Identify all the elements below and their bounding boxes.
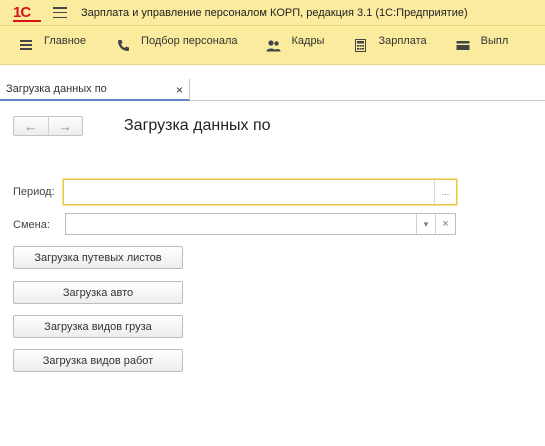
main-menu-icon[interactable]	[53, 7, 67, 18]
open-windows-bar: Загрузка данных по ×	[0, 79, 545, 101]
calculator-icon	[352, 37, 368, 53]
window-title-bar: 1С Зарплата и управление персоналом КОРП…	[0, 0, 545, 26]
forward-button[interactable]: →	[47, 117, 83, 135]
section-salary-label: Зарплата	[378, 35, 427, 47]
navigation-buttons: ← →	[13, 116, 83, 136]
period-label: Период:	[13, 186, 55, 198]
shift-clear-button[interactable]: ×	[435, 214, 455, 234]
tab-label: Загрузка данных по	[6, 83, 107, 95]
sections-panel: Главное Подбор персонала Кадры Зарплата …	[0, 26, 545, 65]
page-title: Загрузка данных по	[124, 117, 271, 134]
load-cargo-types-button[interactable]: Загрузка видов груза	[13, 315, 183, 338]
section-payments[interactable]: Выпл	[455, 26, 509, 65]
section-payments-label: Выпл	[480, 35, 509, 47]
logo-text: 1С	[13, 3, 31, 21]
section-main-label: Главное	[44, 35, 87, 47]
shift-label: Смена:	[13, 219, 50, 231]
section-salary[interactable]: Зарплата	[352, 26, 427, 65]
period-field[interactable]: ...	[63, 179, 457, 205]
back-button[interactable]: ←	[14, 117, 48, 135]
section-main[interactable]: Главное	[18, 26, 86, 65]
shift-dropdown-button[interactable]: ▾	[416, 214, 435, 234]
logo-underline	[13, 19, 41, 22]
wallet-icon	[455, 37, 471, 53]
load-vehicles-button[interactable]: Загрузка авто	[13, 281, 183, 304]
people-icon	[266, 37, 282, 53]
tab-data-upload[interactable]: Загрузка данных по ×	[0, 79, 190, 101]
hamburger-list-icon	[18, 37, 34, 53]
section-personnel[interactable]: Кадры	[266, 26, 325, 65]
period-select-button[interactable]: ...	[434, 180, 456, 204]
close-icon[interactable]: ×	[176, 83, 183, 97]
phone-icon	[115, 37, 131, 53]
load-waybills-button[interactable]: Загрузка путевых листов	[13, 246, 183, 269]
section-recruitment[interactable]: Подбор персонала	[115, 26, 238, 65]
shift-field[interactable]: ▾ ×	[65, 213, 456, 235]
window-title: Зарплата и управление персоналом КОРП, р…	[81, 6, 468, 19]
section-recruitment-label: Подбор персонала	[141, 35, 238, 47]
1c-logo: 1С	[13, 3, 43, 22]
section-personnel-label: Кадры	[291, 35, 325, 47]
load-work-types-button[interactable]: Загрузка видов работ	[13, 349, 183, 372]
